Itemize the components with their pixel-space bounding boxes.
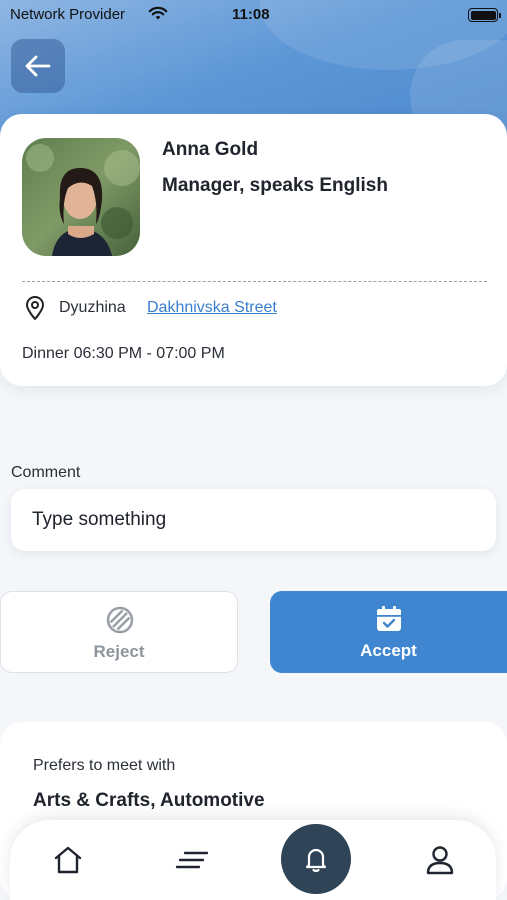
person-role: Manager, speaks English bbox=[162, 175, 388, 196]
comment-input[interactable]: Type something bbox=[11, 489, 496, 551]
reject-button[interactable]: Reject bbox=[0, 591, 238, 673]
avatar bbox=[22, 138, 140, 256]
profile-icon bbox=[426, 846, 454, 875]
location-street-link[interactable]: Dakhnivska Street bbox=[147, 299, 277, 317]
person-name: Anna Gold bbox=[162, 139, 259, 160]
reject-label: Reject bbox=[93, 642, 145, 661]
divider bbox=[22, 281, 487, 282]
ban-icon bbox=[105, 605, 135, 640]
nav-feed[interactable] bbox=[170, 820, 214, 900]
nav-profile[interactable] bbox=[418, 820, 462, 900]
wifi-icon bbox=[148, 5, 168, 25]
status-bar: Network Provider 11:08 bbox=[0, 0, 507, 30]
arrow-left-icon bbox=[25, 55, 51, 77]
clock: 11:08 bbox=[232, 6, 270, 23]
accept-button[interactable]: Accept bbox=[270, 591, 507, 673]
profile-card: Anna Gold Manager, speaks English Dyuzhi… bbox=[0, 114, 507, 386]
calendar-check-icon bbox=[374, 604, 404, 639]
accept-label: Accept bbox=[360, 641, 417, 660]
nav-home[interactable] bbox=[46, 820, 90, 900]
battery-icon bbox=[468, 8, 501, 22]
preferences-value: Arts & Crafts, Automotive bbox=[33, 790, 265, 811]
feed-icon bbox=[175, 851, 209, 869]
carrier-label: Network Provider bbox=[10, 6, 126, 23]
location-pin-icon bbox=[24, 295, 46, 326]
bottom-nav bbox=[10, 820, 496, 900]
meal-time: Dinner 06:30 PM - 07:00 PM bbox=[22, 345, 225, 362]
home-icon bbox=[54, 846, 82, 874]
location-city: Dyuzhina bbox=[59, 299, 126, 316]
bell-icon bbox=[305, 848, 327, 873]
comment-label: Comment bbox=[11, 464, 81, 481]
back-button[interactable] bbox=[11, 39, 65, 93]
preferences-label: Prefers to meet with bbox=[33, 757, 176, 774]
nav-notifications[interactable] bbox=[281, 824, 351, 894]
